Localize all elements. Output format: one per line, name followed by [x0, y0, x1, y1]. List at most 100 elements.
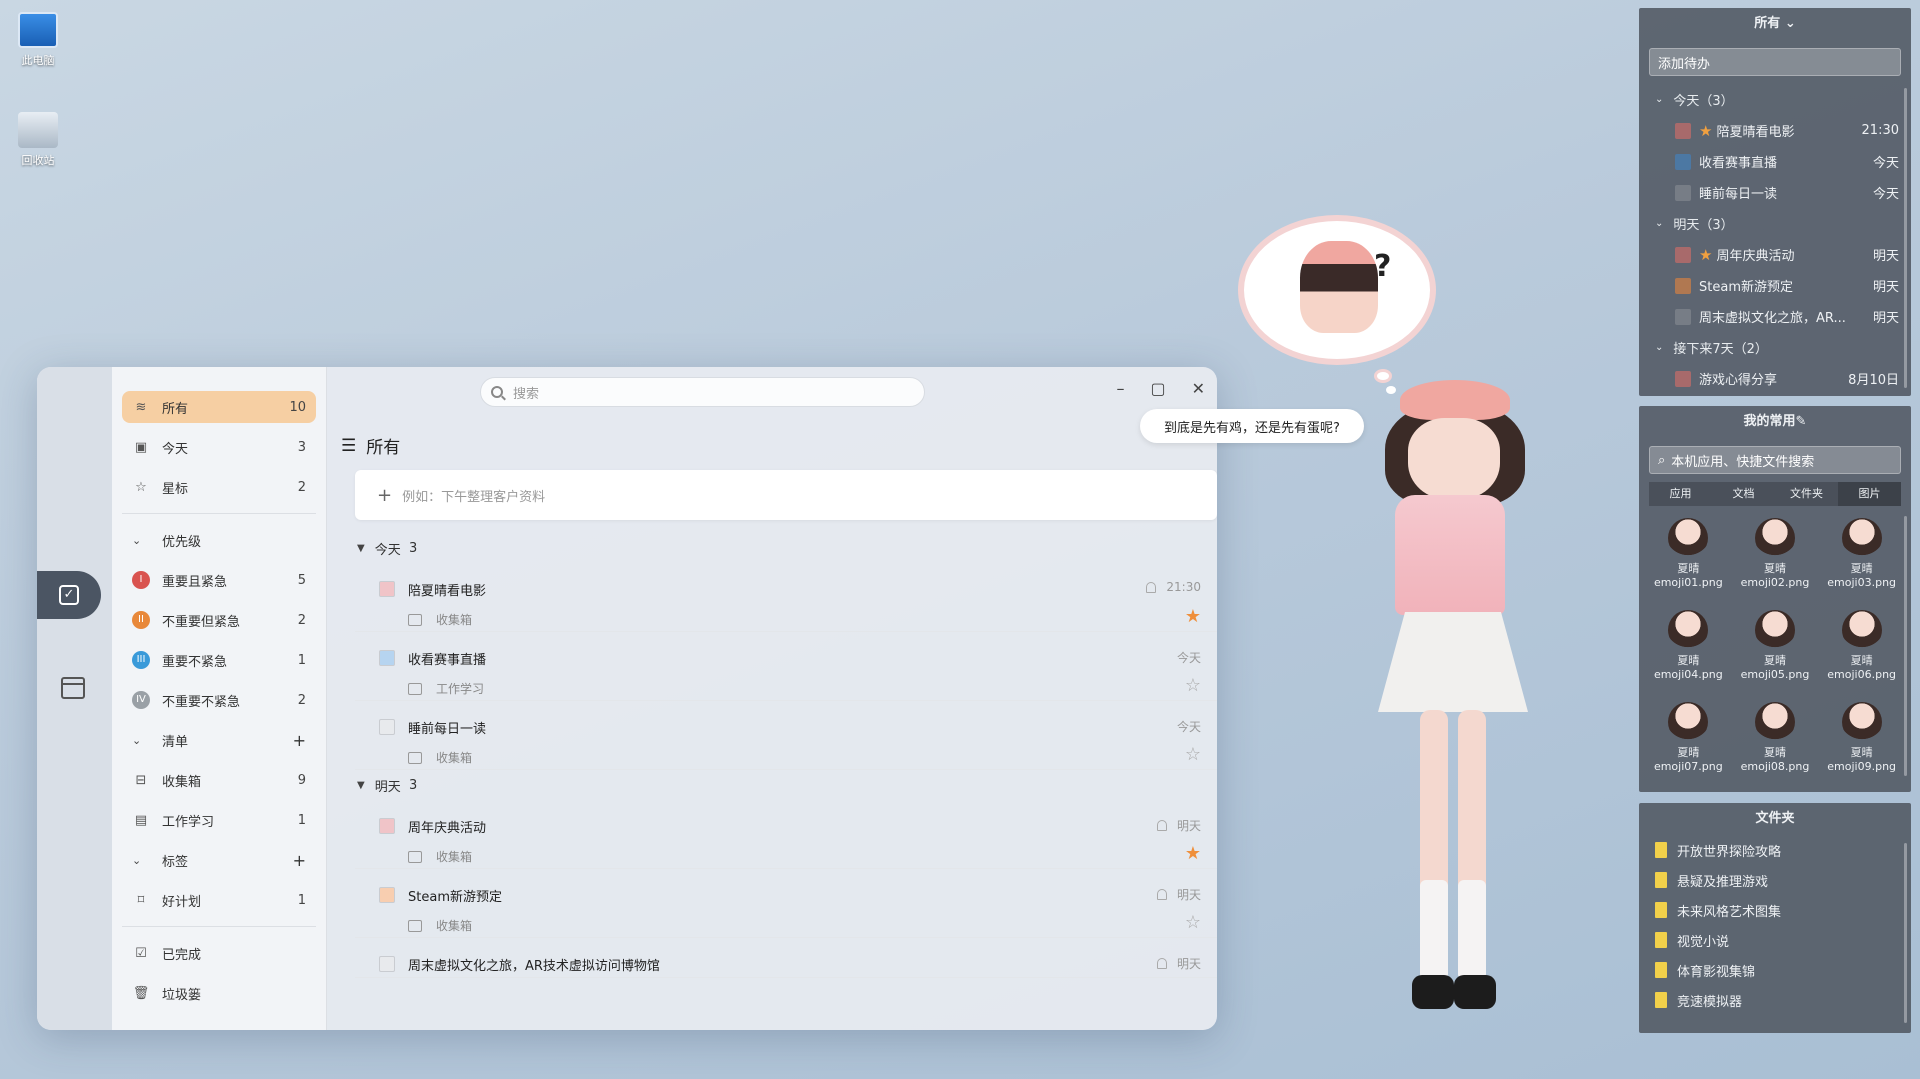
priority-badge-icon: III [132, 651, 150, 669]
tags-section-header[interactable]: ⌄ 标签 + [122, 844, 316, 876]
task-checkbox[interactable] [379, 719, 395, 735]
widget-todo-item[interactable]: 游戏心得分享 8月10日 [1639, 363, 1911, 394]
widget-todo-checkbox[interactable] [1675, 184, 1691, 201]
menu-icon[interactable]: ☰ [341, 436, 356, 456]
star-icon[interactable]: ★ [1185, 843, 1201, 864]
task-row[interactable]: 周年庆典活动 收集箱 明天 ★ [355, 800, 1217, 869]
edit-icon[interactable]: ✎ [1796, 414, 1807, 429]
folder-item[interactable]: 悬疑及推理游戏 [1639, 865, 1911, 895]
maximize-icon[interactable]: ▢ [1150, 379, 1165, 398]
widget-todo-item[interactable]: 收看赛事直播 今天 [1639, 146, 1911, 177]
task-row[interactable]: 周末虚拟文化之旅，AR技术虚拟访问博物馆 明天 [355, 938, 1217, 978]
sidebar-item-priority[interactable]: II 不重要但紧急 2 [122, 604, 316, 636]
widget-todo-checkbox[interactable] [1675, 370, 1691, 387]
scrollbar[interactable] [1904, 88, 1907, 388]
sidebar-item-trash[interactable]: 🗑 垃圾篓 [122, 977, 316, 1009]
minimize-icon[interactable]: – [1116, 379, 1124, 398]
tab-3[interactable]: 图片 [1838, 482, 1901, 506]
scrollbar[interactable] [1904, 516, 1907, 776]
search-input[interactable]: 搜索 [480, 377, 925, 407]
task-checkbox[interactable] [379, 956, 395, 972]
scrollbar[interactable] [1904, 843, 1907, 1023]
task-checkbox[interactable] [379, 818, 395, 834]
favorites-grid: 夏晴 emoji01.png 夏晴 emoji02.png 夏晴 emoji03.png 夏… [1639, 506, 1911, 784]
sidebar-item-priority[interactable]: IV 不重要不紧急 2 [122, 684, 316, 716]
task-checkbox[interactable] [379, 581, 395, 597]
task-row[interactable]: Steam新游预定 收集箱 明天 ☆ [355, 869, 1217, 938]
file-item[interactable]: 夏晴 emoji01.png [1645, 514, 1732, 600]
task-row[interactable]: 收看赛事直播 工作学习 今天 ☆ [355, 632, 1217, 701]
file-item[interactable]: 夏晴 emoji06.png [1818, 606, 1905, 692]
tab-0[interactable]: 应用 [1649, 482, 1712, 506]
sidebar-item-inbox[interactable]: ⊟ 收集箱 9 [122, 764, 316, 796]
task-row[interactable]: 陪夏晴看电影 收集箱 21:30 ★ [355, 563, 1217, 632]
widget-group-header[interactable]: ⌄ 接下来7天（2） [1639, 332, 1911, 363]
widget-add-todo-input[interactable]: 添加待办 [1649, 48, 1901, 76]
file-item[interactable]: 夏晴 emoji02.png [1732, 514, 1819, 600]
folder-item[interactable]: 开放世界探险攻略 [1639, 835, 1911, 865]
priority-section-header[interactable]: ⌄ 优先级 [122, 524, 316, 556]
sidebar-item-good-plan[interactable]: ⌑ 好计划 1 [122, 884, 316, 916]
divider [122, 513, 316, 514]
widget-todo-checkbox[interactable] [1675, 277, 1691, 294]
document-icon: ▤ [134, 812, 148, 828]
widget-group-header[interactable]: ⌄ 今天（3） [1639, 84, 1911, 115]
widget-todo-item[interactable]: 周末虚拟文化之旅，AR... 明天 [1639, 301, 1911, 332]
folder-item[interactable]: 体育影视集锦 [1639, 955, 1911, 985]
desktop-pet-character[interactable] [1350, 380, 1550, 1030]
sidebar-item-starred[interactable]: ☆ 星标 2 [122, 471, 316, 503]
calendar-icon[interactable] [61, 677, 85, 699]
todo-app-window: ✓ ≋ 所有 10 ▣ 今天 3 ☆ 星标 2 ⌄ 优先级 I 重要且紧急 5 II 不… [37, 367, 1217, 1030]
folder-item[interactable]: 竞速模拟器 [1639, 985, 1911, 1015]
favorites-search-input[interactable]: ⌕ 本机应用、快捷文件搜索 [1649, 446, 1901, 474]
star-icon[interactable]: ☆ [1185, 912, 1201, 933]
widget-todo-item[interactable]: ★ 陪夏晴看电影 21:30 [1639, 115, 1911, 146]
add-task-input[interactable]: + 例如：下午整理客户资料 [355, 470, 1217, 520]
sidebar-item-all[interactable]: ≋ 所有 10 [122, 391, 316, 423]
file-name: emoji03.png [1827, 576, 1897, 589]
file-item[interactable]: 夏晴 emoji03.png [1818, 514, 1905, 600]
widget-todo-checkbox[interactable] [1675, 122, 1691, 139]
star-icon[interactable]: ☆ [1185, 675, 1201, 696]
sidebar-item-priority[interactable]: I 重要且紧急 5 [122, 564, 316, 596]
bookmark-icon: ⌑ [137, 892, 145, 908]
widget-todo-item[interactable]: Steam新游预定 明天 [1639, 270, 1911, 301]
add-list-icon[interactable]: + [293, 731, 306, 750]
widget-group-label: 今天（3） [1673, 94, 1734, 109]
task-checkbox[interactable] [379, 650, 395, 666]
file-item[interactable]: 夏晴 emoji09.png [1818, 698, 1905, 784]
desktop-icon-recycle-bin[interactable]: 回收站 [8, 112, 68, 168]
sidebar-item-work-study[interactable]: ▤ 工作学习 1 [122, 804, 316, 836]
sidebar-item-count: 9 [297, 772, 306, 788]
todo-widget-header[interactable]: 所有 ⌄ [1639, 8, 1911, 40]
widget-todo-checkbox[interactable] [1675, 308, 1691, 325]
widget-todo-checkbox[interactable] [1675, 153, 1691, 170]
widget-todo-item[interactable]: 睡前每日一读 今天 [1639, 177, 1911, 208]
file-item[interactable]: 夏晴 emoji08.png [1732, 698, 1819, 784]
sidebar-item-priority[interactable]: III 重要不紧急 1 [122, 644, 316, 676]
add-tag-icon[interactable]: + [293, 851, 306, 870]
file-item[interactable]: 夏晴 emoji07.png [1645, 698, 1732, 784]
rail-tasks-button[interactable]: ✓ [37, 571, 101, 619]
widget-group-header[interactable]: ⌄ 明天（3） [1639, 208, 1911, 239]
sidebar-item-today[interactable]: ▣ 今天 3 [122, 431, 316, 463]
file-item[interactable]: 夏晴 emoji05.png [1732, 606, 1819, 692]
task-group-header[interactable]: ▼ 今天 3 [355, 533, 1217, 563]
star-icon[interactable]: ★ [1185, 606, 1201, 627]
sidebar-item-completed[interactable]: ☑ 已完成 [122, 937, 316, 969]
close-icon[interactable]: ✕ [1192, 379, 1205, 398]
folder-item[interactable]: 视觉小说 [1639, 925, 1911, 955]
file-item[interactable]: 夏晴 emoji04.png [1645, 606, 1732, 692]
folder-item[interactable]: 未来风格艺术图集 [1639, 895, 1911, 925]
star-icon[interactable]: ☆ [1185, 744, 1201, 765]
widget-todo-item[interactable]: ★ 周年庆典活动 明天 [1639, 239, 1911, 270]
desktop-icon-this-pc[interactable]: 此电脑 [8, 12, 68, 68]
task-row[interactable]: 睡前每日一读 收集箱 今天 ☆ [355, 701, 1217, 770]
task-group-header[interactable]: ▼ 明天 3 [355, 770, 1217, 800]
lists-section-header[interactable]: ⌄ 清单 + [122, 724, 316, 756]
tab-2[interactable]: 文件夹 [1775, 482, 1838, 506]
task-checkbox[interactable] [379, 887, 395, 903]
bell-icon [1156, 820, 1167, 831]
tab-1[interactable]: 文档 [1712, 482, 1775, 506]
widget-todo-checkbox[interactable] [1675, 246, 1691, 263]
